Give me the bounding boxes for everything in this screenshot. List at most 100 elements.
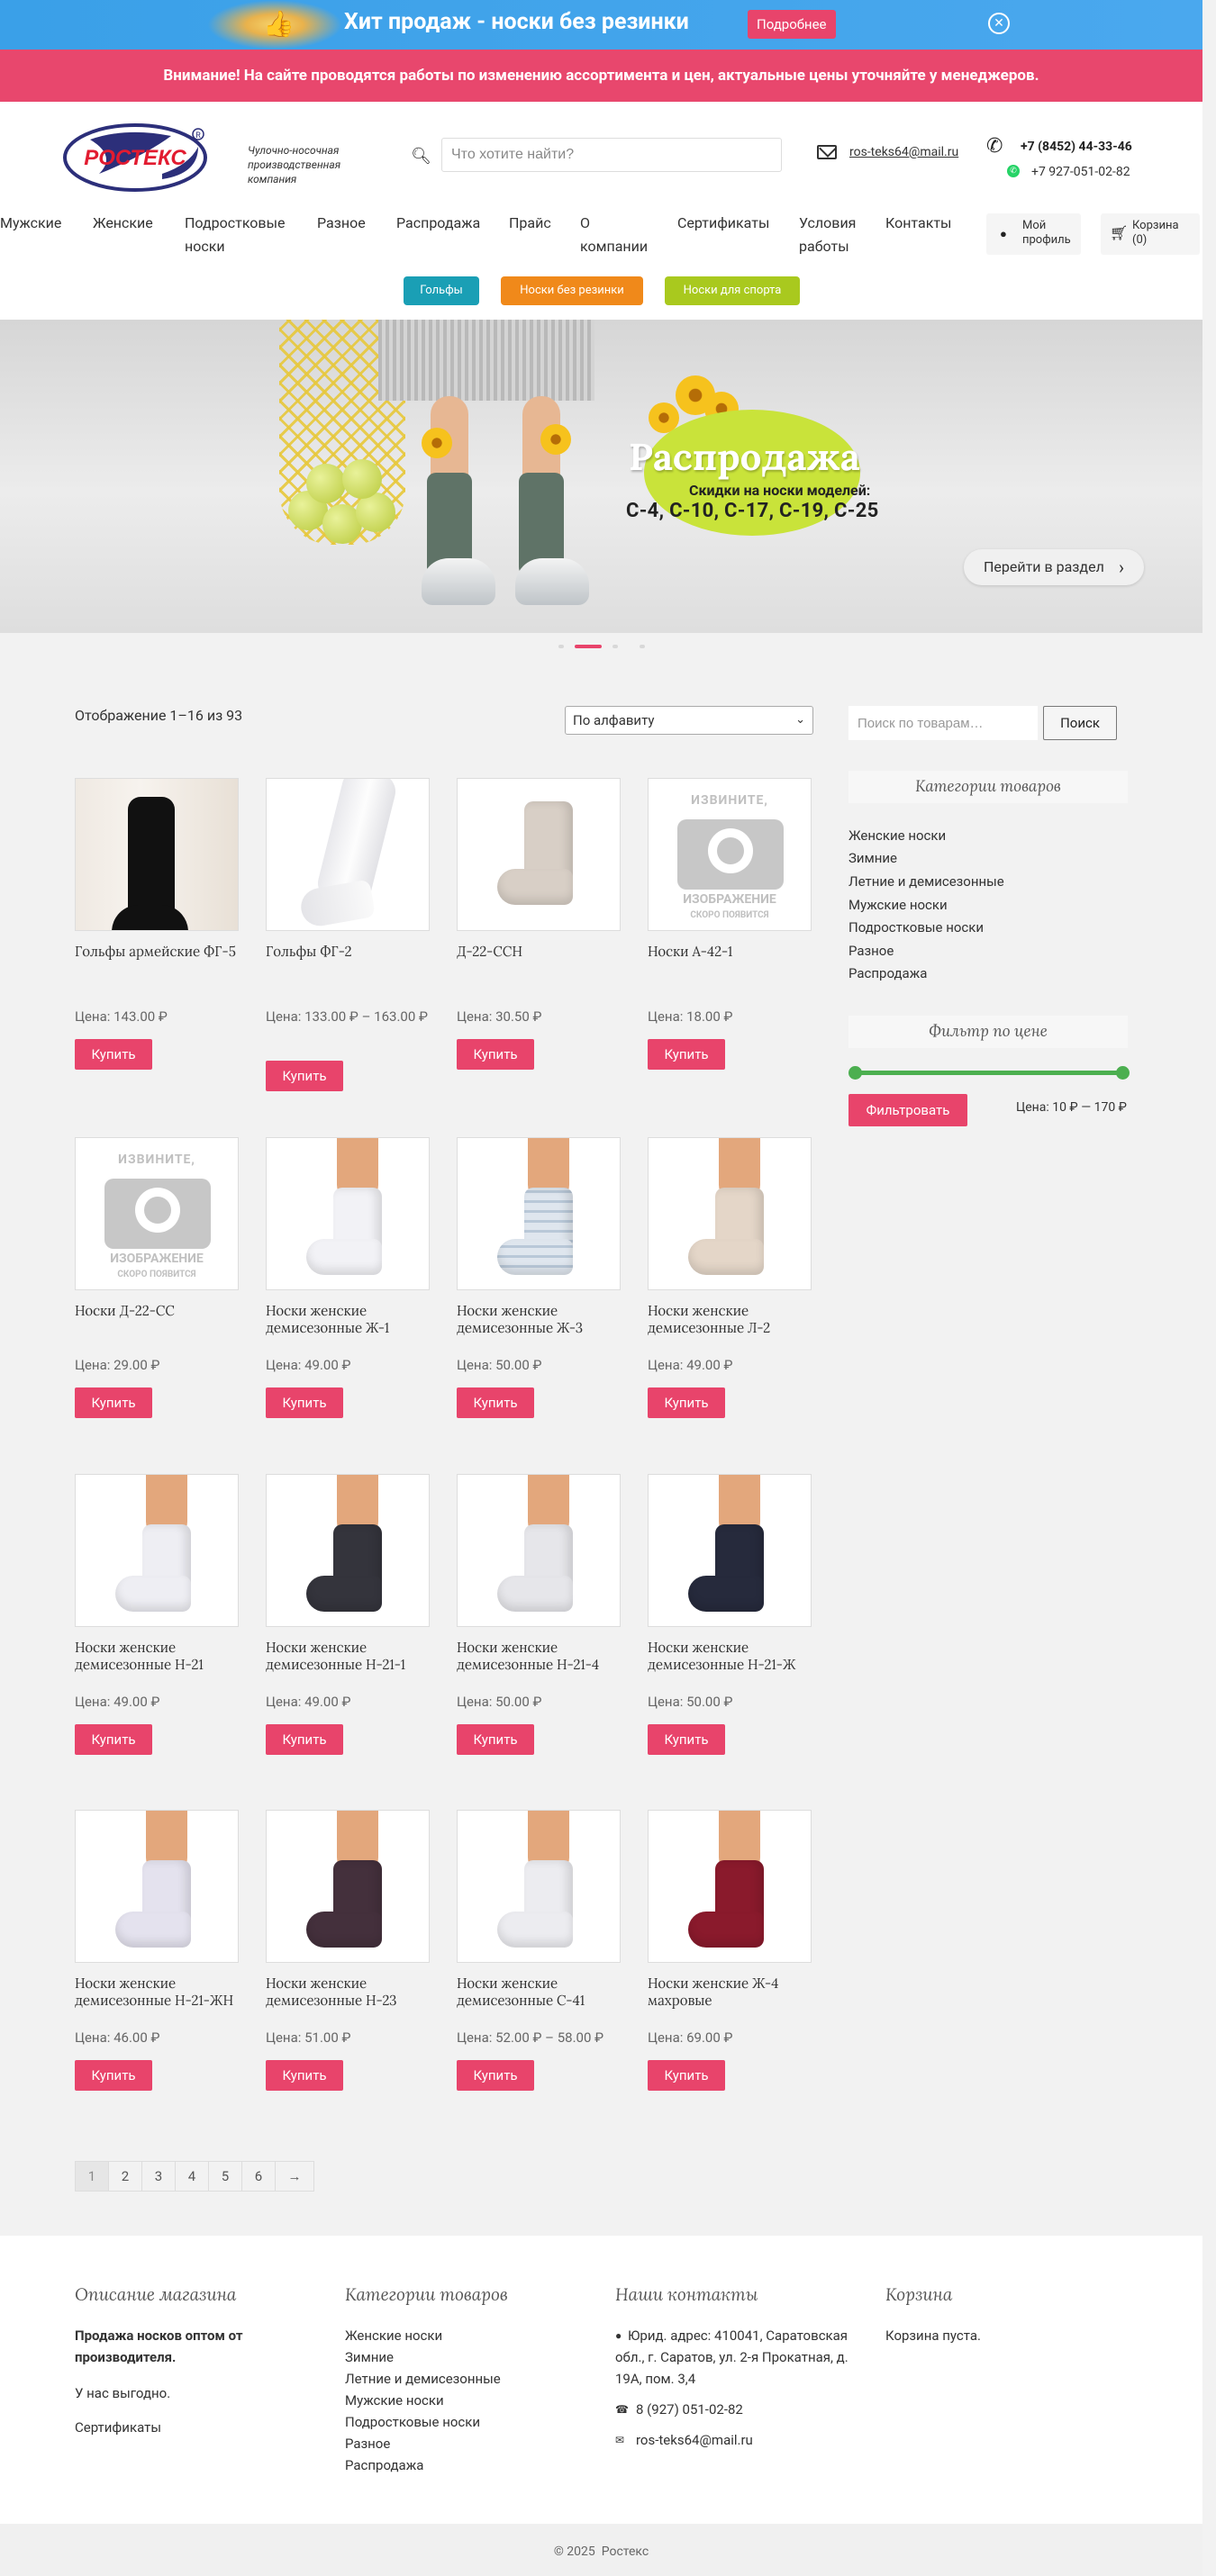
product-title[interactable]: Носки женские демисезонные Н-21-Ж	[648, 1640, 812, 1674]
profile-button[interactable]: ● Мой профиль	[986, 213, 1081, 255]
product-card[interactable]: ИЗВИНИТЕ, ИЗОБРАЖЕНИЕ СКОРО ПОЯВИТСЯ Носки …	[75, 1137, 239, 1470]
footer-cat-women[interactable]: Женские носки	[345, 2325, 442, 2346]
sidebar-cat-teen[interactable]: Подростковые носки	[848, 919, 984, 935]
product-title[interactable]: Носки женские демисезонные Ж-1	[266, 1303, 430, 1337]
filter-button[interactable]: Фильтровать	[848, 1094, 967, 1126]
header-search-input[interactable]	[441, 138, 782, 172]
product-title[interactable]: Носки женские демисезонные Н-21-4	[457, 1640, 621, 1674]
footer-cat-winter[interactable]: Зимние	[345, 2346, 394, 2368]
page-1[interactable]: 1	[75, 2161, 109, 2192]
page-3[interactable]: 3	[141, 2161, 176, 2192]
header-whatsapp-link[interactable]: +7 927-051-02-82	[1031, 165, 1130, 179]
buy-button[interactable]: Купить	[457, 1387, 534, 1418]
buy-button[interactable]: Купить	[75, 1387, 152, 1418]
buy-button[interactable]: Купить	[648, 1039, 725, 1070]
sidebar-cat-women[interactable]: Женские носки	[848, 827, 946, 844]
promo-more-button[interactable]: Подробнее	[748, 10, 836, 39]
header-phone-link[interactable]: +7 (8452) 44-33-46	[1021, 140, 1132, 154]
buy-button[interactable]: Купить	[75, 2060, 152, 2091]
product-title[interactable]: Носки женские демисезонные Ж-3	[457, 1303, 621, 1337]
footer-cat-misc[interactable]: Разное	[345, 2433, 390, 2454]
page-4[interactable]: 4	[175, 2161, 209, 2192]
footer-cat-men[interactable]: Мужские носки	[345, 2390, 444, 2411]
product-card[interactable]: Гольфы ФГ-2 Цена: 133.00 ₽ – 163.00 ₽ Купи…	[266, 778, 430, 1111]
close-circle-icon[interactable]: ✕	[988, 13, 1010, 34]
buy-button[interactable]: Купить	[75, 1724, 152, 1755]
product-title[interactable]: Носки Д-22-СС	[75, 1303, 239, 1320]
header-email-link[interactable]: ros-teks64@mail.ru	[849, 145, 958, 159]
nav-item-price[interactable]: Прайс	[509, 212, 551, 235]
sidebar-search-input[interactable]	[848, 706, 1038, 740]
footer-email[interactable]: ros-teks64@mail.ru	[636, 2429, 753, 2451]
footer-certificates-link[interactable]: Сертификаты	[75, 2417, 161, 2438]
product-card[interactable]: Носки женские демисезонные Н-21 Цена: 49.…	[75, 1474, 239, 1807]
product-title[interactable]: Д-22-ССН	[457, 944, 621, 961]
pill-no-elastic[interactable]: Носки без резинки	[501, 276, 643, 305]
product-card[interactable]: Носки женские демисезонные Н-21-Ж Цена: 5…	[648, 1474, 812, 1807]
sidebar-cat-sale[interactable]: Распродажа	[848, 965, 927, 981]
buy-button[interactable]: Купить	[266, 1387, 343, 1418]
slider-dot[interactable]	[613, 645, 618, 648]
sidebar-cat-misc[interactable]: Разное	[848, 943, 894, 959]
product-image[interactable]	[648, 1137, 812, 1290]
page-2[interactable]: 2	[108, 2161, 142, 2192]
buy-button[interactable]: Купить	[457, 1039, 534, 1070]
product-card[interactable]: Носки женские демисезонные Ж-1 Цена: 49.0…	[266, 1137, 430, 1470]
product-image[interactable]: ИЗВИНИТЕ, ИЗОБРАЖЕНИЕ СКОРО ПОЯВИТСЯ	[75, 1137, 239, 1290]
product-card[interactable]: ИЗВИНИТЕ, ИЗОБРАЖЕНИЕ СКОРО ПОЯВИТСЯ Носки …	[648, 778, 812, 1111]
buy-button[interactable]: Купить	[266, 2060, 343, 2091]
sidebar-search-button[interactable]: Поиск	[1043, 706, 1117, 740]
product-title[interactable]: Носки женские демисезонные С-41	[457, 1975, 621, 2010]
buy-button[interactable]: Купить	[457, 2060, 534, 2091]
slider-dot[interactable]	[558, 645, 564, 648]
sidebar-cat-summer[interactable]: Летние и демисезонные	[848, 873, 1004, 890]
product-card[interactable]: Д-22-ССН Цена: 30.50 ₽ Купить	[457, 778, 621, 1111]
product-image[interactable]	[75, 1810, 239, 1963]
product-image[interactable]	[457, 1810, 621, 1963]
product-card[interactable]: Гольфы армейские ФГ-5 Цена: 143.00 ₽ Купит…	[75, 778, 239, 1111]
product-image[interactable]	[457, 778, 621, 931]
footer-cat-summer[interactable]: Летние и демисезонные	[345, 2368, 501, 2390]
product-image[interactable]	[266, 1137, 430, 1290]
search-icon[interactable]: 🔍︎	[411, 147, 431, 166]
nav-item-women[interactable]: Женские	[93, 212, 153, 235]
product-image[interactable]	[75, 1474, 239, 1627]
price-slider-track[interactable]	[856, 1071, 1122, 1075]
product-image[interactable]	[648, 1810, 812, 1963]
page-5[interactable]: 5	[208, 2161, 242, 2192]
nav-item-teen[interactable]: Подростковые носки	[185, 212, 297, 258]
price-slider-min-handle[interactable]	[848, 1066, 862, 1080]
product-card[interactable]: Носки женские демисезонные Н-23 Цена: 51.…	[266, 1810, 430, 2143]
nav-item-terms[interactable]: Условия работы	[799, 212, 867, 258]
buy-button[interactable]: Купить	[75, 1039, 152, 1070]
nav-item-misc[interactable]: Разное	[317, 212, 366, 235]
nav-item-contacts[interactable]: Контакты	[885, 212, 951, 235]
pill-golfs[interactable]: Гольфы	[404, 276, 479, 305]
footer-cat-teen[interactable]: Подростковые носки	[345, 2411, 480, 2433]
cart-button[interactable]: 🛒︎ Корзина (0)	[1101, 213, 1200, 255]
product-image[interactable]	[266, 1810, 430, 1963]
footer-phone[interactable]: 8 (927) 051-02-82	[636, 2399, 743, 2420]
product-title[interactable]: Носки женские Ж-4 махровые	[648, 1975, 812, 2010]
slider-dot[interactable]	[640, 645, 645, 648]
copyright-brand-link[interactable]: Ростекс	[602, 2544, 649, 2559]
product-card[interactable]: Носки женские демисезонные Л-2 Цена: 49.0…	[648, 1137, 812, 1470]
product-card[interactable]: Носки женские демисезонные Н-21-ЖН Цена: …	[75, 1810, 239, 2143]
product-image[interactable]	[457, 1137, 621, 1290]
product-image[interactable]	[75, 778, 239, 931]
product-card[interactable]: Носки женские демисезонные Ж-3 Цена: 50.0…	[457, 1137, 621, 1470]
buy-button[interactable]: Купить	[457, 1724, 534, 1755]
buy-button[interactable]: Купить	[648, 1387, 725, 1418]
nav-item-about[interactable]: О компании	[580, 212, 652, 258]
product-image[interactable]	[266, 1474, 430, 1627]
product-title[interactable]: Носки женские демисезонные Н-21-ЖН	[75, 1975, 239, 2010]
buy-button[interactable]: Купить	[266, 1724, 343, 1755]
nav-item-sale[interactable]: Распродажа	[396, 212, 480, 235]
product-image[interactable]	[648, 1474, 812, 1627]
nav-item-men[interactable]: Мужские	[0, 212, 61, 235]
logo[interactable]: РОСТЕКС R	[63, 120, 213, 192]
footer-cat-sale[interactable]: Распродажа	[345, 2454, 423, 2476]
buy-button[interactable]: Купить	[266, 1061, 343, 1091]
hero-slider[interactable]: Распродажа Скидки на носки моделей: С-4,…	[0, 320, 1202, 633]
product-image[interactable]	[266, 778, 430, 931]
